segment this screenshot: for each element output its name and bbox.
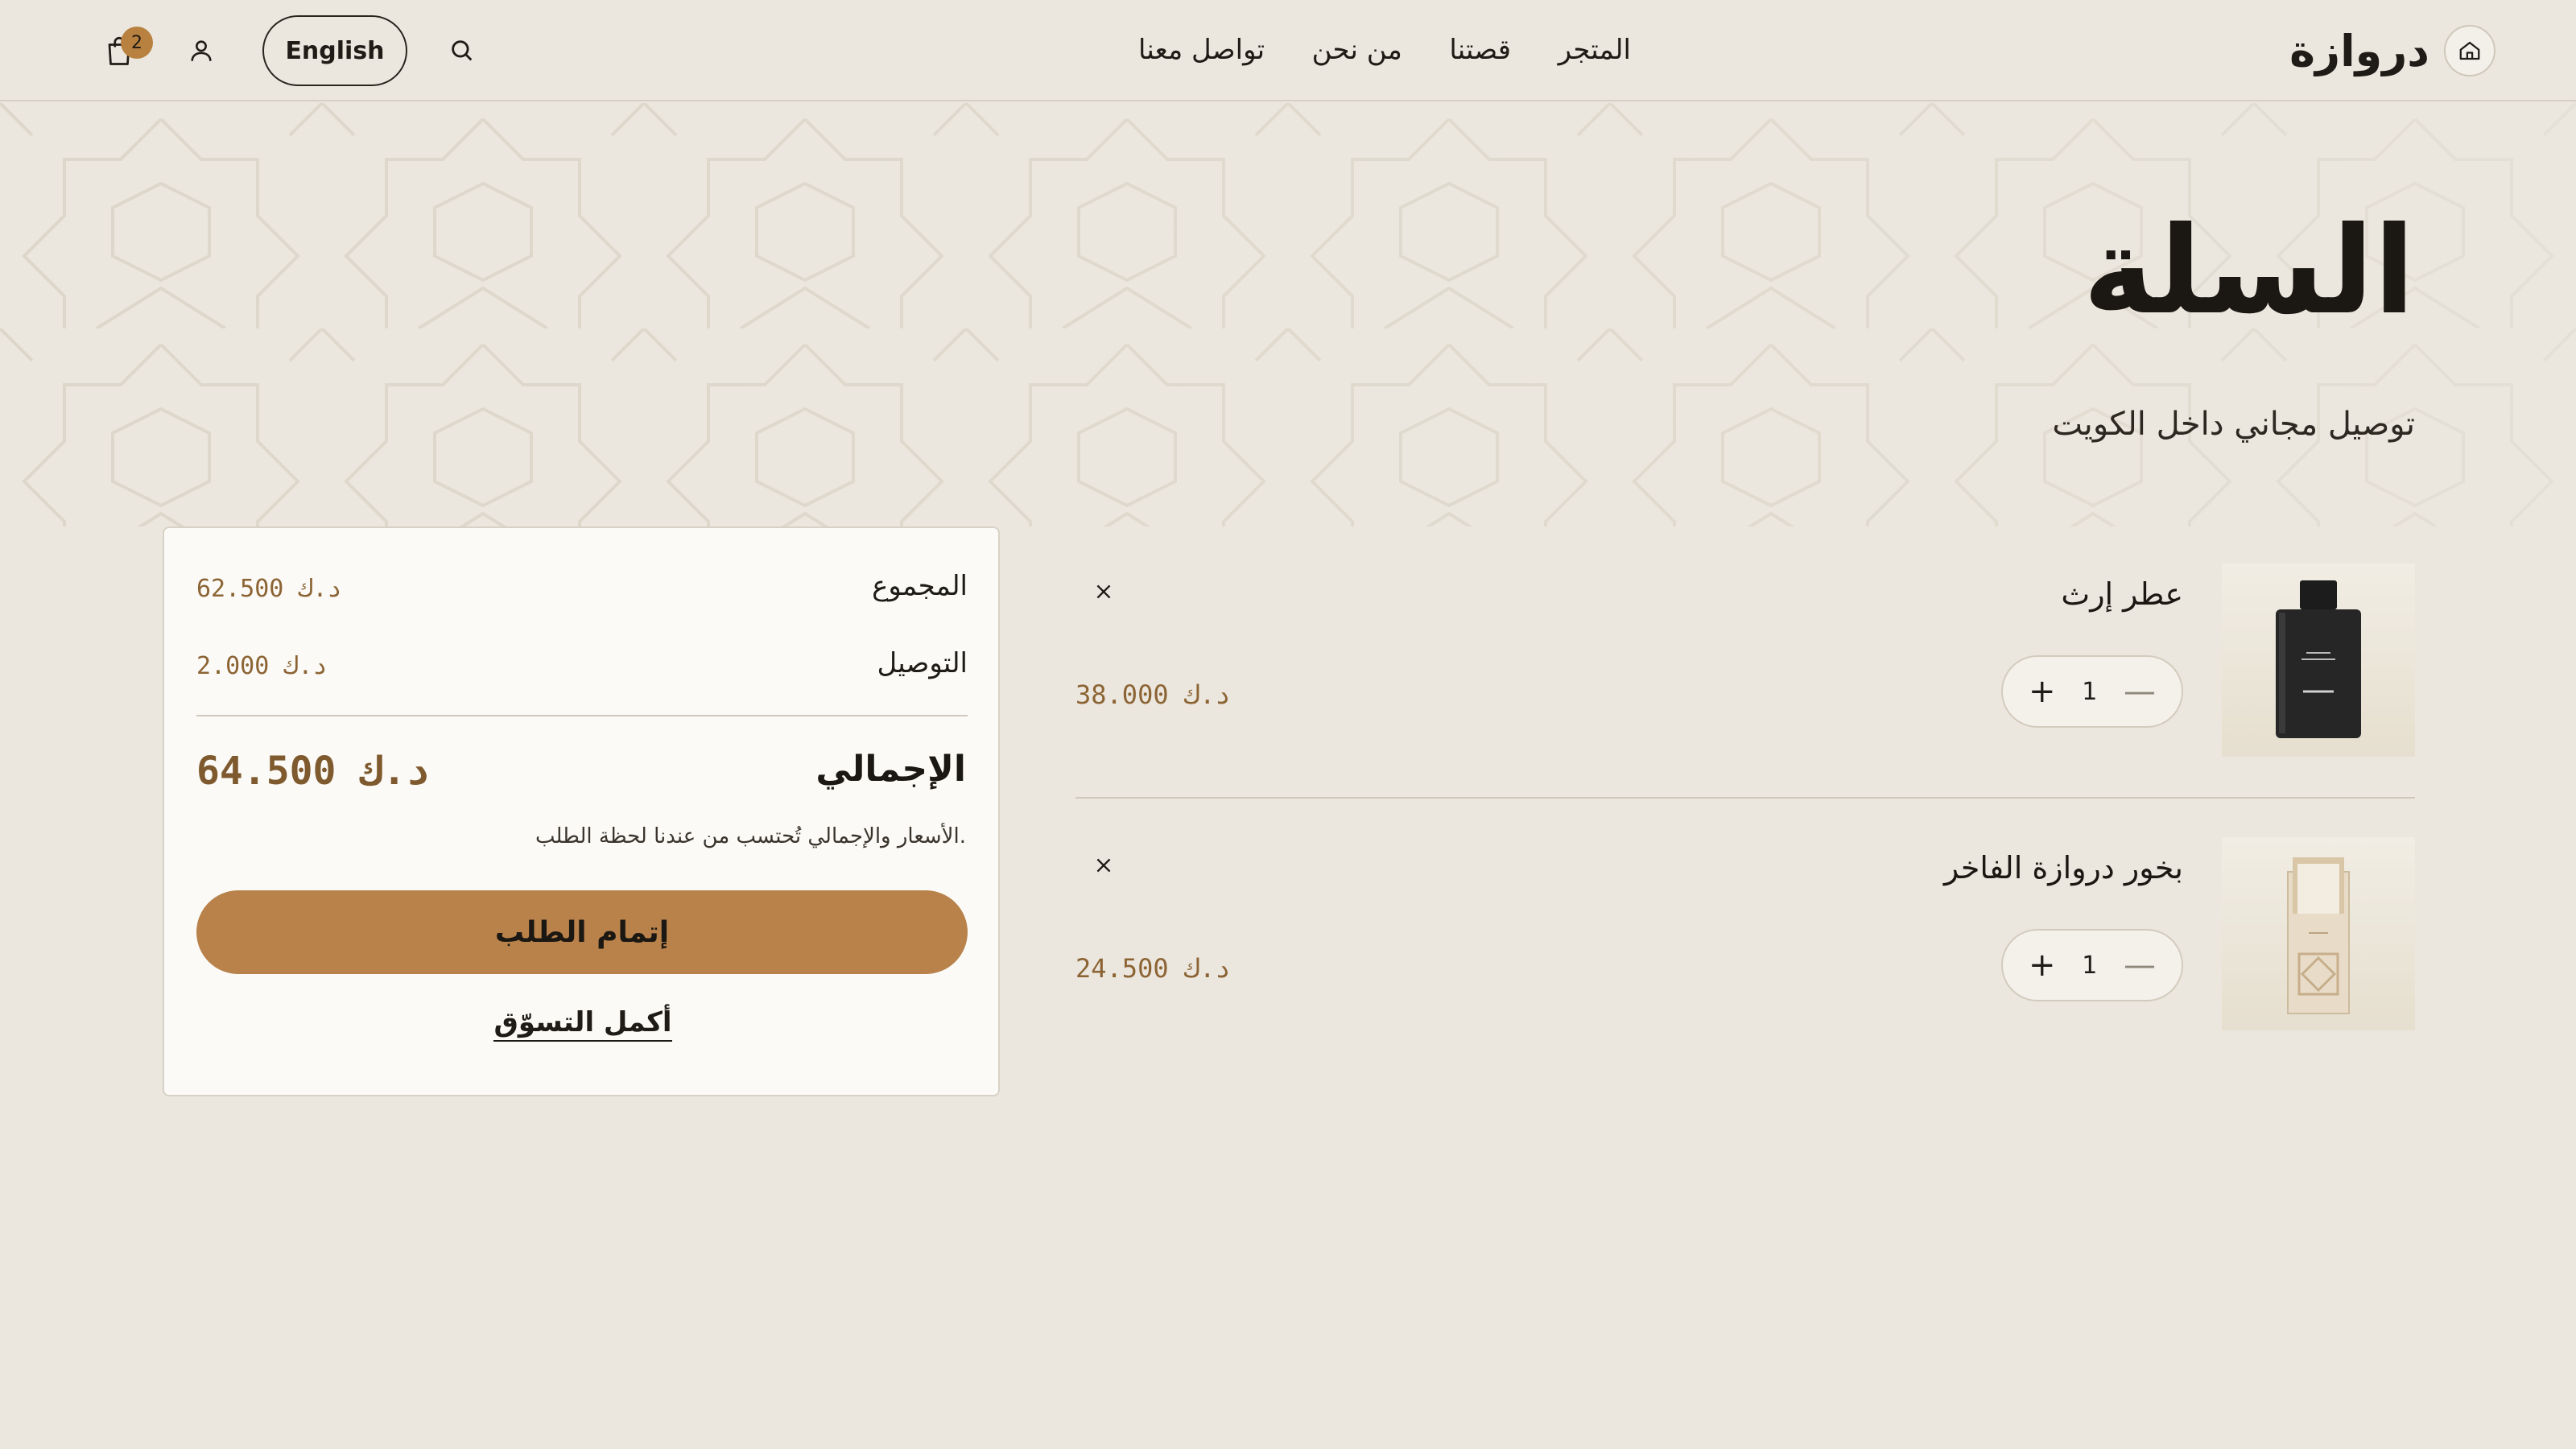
- product-name[interactable]: بخور دروازة الفاخر: [1944, 850, 2183, 886]
- account-button[interactable]: [179, 28, 224, 73]
- subtotal-value: 62.500 د.ك: [196, 575, 342, 603]
- plus-icon[interactable]: +: [2029, 949, 2056, 981]
- cart-item: بخور دروازة الفاخر + 1 — 24.500 د.ك: [1075, 837, 2415, 1032]
- remove-item-button[interactable]: [1084, 572, 1124, 612]
- total-value: 64.500 د.ك: [196, 749, 429, 794]
- delivery-row: التوصيل 2.000 د.ك: [196, 641, 968, 689]
- checkout-button[interactable]: إتمام الطلب: [196, 890, 968, 974]
- brand[interactable]: دروازة: [2289, 19, 2496, 82]
- home-icon[interactable]: [2444, 25, 2496, 76]
- nav-item-our-story[interactable]: قصتنا: [1449, 34, 1511, 66]
- site-header: دروازة المتجر قصتنا من نحن تواصل معنا 2 …: [0, 0, 2576, 101]
- product-image[interactable]: [2222, 837, 2415, 1030]
- item-price: 24.500 د.ك: [1075, 953, 1231, 984]
- minus-icon[interactable]: —: [2124, 675, 2156, 708]
- user-icon: [191, 40, 212, 61]
- subtotal-row: المجموع 62.500 د.ك: [196, 564, 968, 612]
- main-nav: المتجر قصتنا من نحن تواصل معنا: [1138, 29, 1631, 71]
- perfume-bottle-image: [2276, 580, 2361, 738]
- item-price: 38.000 د.ك: [1075, 679, 1231, 710]
- cart-item: عطر إرث + 1 — 38.000 د.ك: [1075, 564, 2415, 758]
- pricing-note: الأسعار والإجمالي تُحتسب من عندنا لحظة ا…: [535, 824, 966, 848]
- incense-box-image: [2287, 857, 2350, 1014]
- search-button[interactable]: [440, 28, 485, 73]
- summary-divider: [196, 715, 968, 716]
- product-image[interactable]: [2222, 564, 2415, 757]
- delivery-label: التوصيل: [877, 647, 968, 679]
- cart-count-badge: 2: [121, 27, 153, 59]
- quantity-stepper: + 1 —: [2001, 929, 2183, 1001]
- quantity-value: 1: [2082, 951, 2098, 980]
- order-summary: المجموع 62.500 د.ك التوصيل 2.000 د.ك الإ…: [163, 526, 1000, 1096]
- subtotal-label: المجموع: [872, 570, 968, 602]
- close-icon: [1096, 858, 1111, 873]
- close-icon: [1096, 584, 1111, 599]
- continue-shopping-label: أكمل التسوّق: [493, 1006, 672, 1042]
- quantity-value: 1: [2082, 677, 2098, 706]
- search-icon: [452, 40, 473, 61]
- cart-button[interactable]: 2: [97, 27, 153, 73]
- continue-shopping-link[interactable]: أكمل التسوّق: [164, 1006, 1001, 1042]
- item-divider: [1075, 797, 2415, 799]
- product-name[interactable]: عطر إرث: [2061, 576, 2183, 612]
- nav-item-shop[interactable]: المتجر: [1558, 34, 1631, 66]
- page-title: السلة: [2083, 201, 2415, 341]
- remove-item-button[interactable]: [1084, 845, 1124, 886]
- quantity-stepper: + 1 —: [2001, 655, 2183, 728]
- header-actions: 2 English: [97, 14, 485, 87]
- brand-name: دروازة: [2289, 25, 2429, 76]
- page-subtitle: توصيل مجاني داخل الكويت: [2052, 406, 2415, 443]
- plus-icon[interactable]: +: [2029, 675, 2056, 708]
- minus-icon[interactable]: —: [2124, 949, 2156, 981]
- delivery-value: 2.000 د.ك: [196, 652, 328, 680]
- language-toggle-button[interactable]: English: [262, 15, 407, 86]
- nav-item-contact[interactable]: تواصل معنا: [1138, 34, 1265, 66]
- total-label: الإجمالي: [815, 749, 966, 790]
- nav-item-about[interactable]: من نحن: [1312, 34, 1402, 66]
